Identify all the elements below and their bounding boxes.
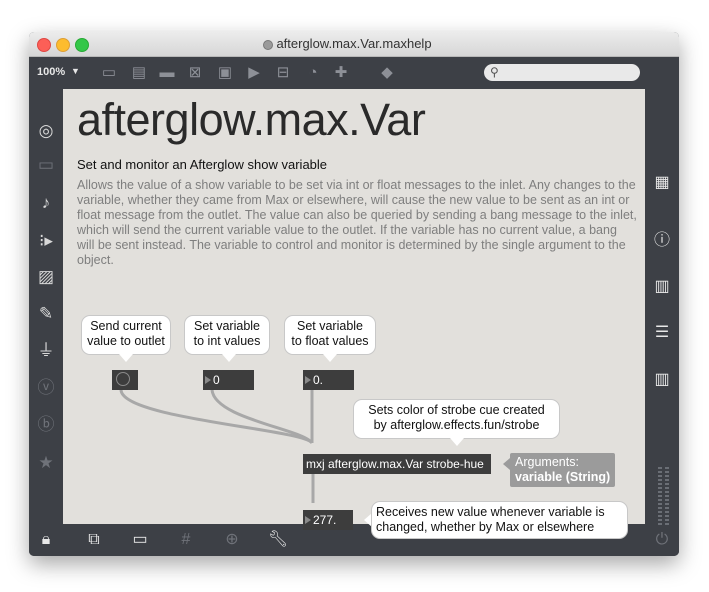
zoom-level[interactable]: 100% <box>37 66 65 78</box>
comment-strobe: Sets color of strobe cue created by afte… <box>353 399 560 439</box>
patcher-canvas[interactable]: afterglow.max.Var Set and monitor an Aft… <box>63 89 645 539</box>
info-icon[interactable]: ⓘ <box>650 229 674 253</box>
int-number-box[interactable]: 0 <box>203 370 254 390</box>
comment-set-int: Set variable to int values <box>184 315 270 355</box>
snap-icon[interactable]: ⊕ <box>221 529 243 551</box>
title-bar: afterglow.max.Var.maxhelp <box>29 32 679 57</box>
comment-line: Set variable <box>193 319 260 333</box>
star-icon[interactable]: ★ <box>34 451 58 475</box>
number-arrow-icon <box>305 516 311 524</box>
plug-icon[interactable]: ⏚ <box>34 339 58 363</box>
document-icon <box>263 40 273 50</box>
split-icon[interactable]: ⊟ <box>273 63 293 83</box>
target-box-icon[interactable]: ▣ <box>215 63 235 83</box>
b-icon[interactable]: ⓑ <box>34 413 58 437</box>
comment-line: to int values <box>193 334 261 348</box>
arguments-box: Arguments: variable (String) <box>510 453 616 487</box>
comment-line: Sets color of strobe cue created <box>368 403 545 417</box>
object-text: mxj afterglow.max.Var strobe-hue <box>306 457 484 471</box>
right-sidebar: ▦ ⓘ ▥ ☰ ▥ <box>646 89 679 556</box>
bang-circle-icon <box>116 372 130 386</box>
speech-icon[interactable]: ▬ <box>157 63 177 83</box>
float-number-box[interactable]: 0. <box>303 370 354 390</box>
toolbar: 100% ▼ ▭ ▤ ▬ ⊠ ▣ ▶ ⊟ ◔ ✚ ◆ ⚲ <box>29 57 679 89</box>
presentation-icon[interactable]: ▭ <box>129 529 151 551</box>
int-value: 0 <box>213 373 220 387</box>
target-icon[interactable]: ◎ <box>34 119 58 143</box>
keyboard-icon[interactable]: ▭ <box>34 153 58 177</box>
output-value: 277. <box>313 513 337 527</box>
windows-icon[interactable]: ⧉ <box>83 529 105 551</box>
paperclip-icon[interactable]: ✎ <box>34 302 58 326</box>
comment-icon[interactable]: ▤ <box>129 63 149 83</box>
reference-icon[interactable]: ▥ <box>650 368 674 392</box>
float-value: 0. <box>313 373 324 387</box>
comment-tail <box>222 354 236 362</box>
v-icon[interactable]: ⓥ <box>34 376 58 400</box>
paint-bucket-icon[interactable]: ◆ <box>377 63 397 83</box>
plus-icon[interactable]: ✚ <box>331 63 351 83</box>
comment-line: to float values <box>291 334 369 348</box>
comment-tail <box>323 354 337 362</box>
sequence-icon[interactable]: ⁝▸ <box>34 229 58 253</box>
output-number-box[interactable]: 277. <box>303 510 353 530</box>
number-arrow-icon <box>205 376 211 384</box>
grid-icon[interactable]: ▦ <box>650 171 674 195</box>
mxj-object-box[interactable]: mxj afterglow.max.Var strobe-hue <box>303 454 491 474</box>
arguments-value: variable (String) <box>515 470 611 484</box>
comment-send-current: Send current value to outlet <box>81 315 171 355</box>
presentation-view-icon[interactable]: ▭ <box>99 63 119 83</box>
lock-icon[interactable]: 🔒︎ <box>35 529 57 551</box>
wrench-icon[interactable]: 🔧︎ <box>267 529 289 551</box>
comment-line: Receives new value whenever variable is <box>376 505 605 519</box>
comment-set-float: Set variable to float values <box>284 315 376 355</box>
max-help-window: afterglow.max.Var.maxhelp 100% ▼ ▭ ▤ ▬ ⊠… <box>29 32 679 556</box>
patch-cord-int[interactable] <box>210 389 314 445</box>
comment-tail <box>119 354 133 362</box>
music-note-icon[interactable]: ♪ <box>34 191 58 215</box>
x-box-icon[interactable]: ⊠ <box>185 63 205 83</box>
arguments-label: Arguments: <box>515 455 579 469</box>
search-icon: ⚲ <box>490 65 499 79</box>
grid-icon[interactable]: # <box>175 529 197 551</box>
arguments-tail <box>503 458 510 470</box>
gauge-icon[interactable]: ◔ <box>303 63 323 83</box>
comment-line: changed, whether by Max or elsewhere <box>376 520 595 534</box>
zoom-dropdown-icon[interactable]: ▼ <box>71 66 80 76</box>
left-sidebar: ◎ ▭ ♪ ⁝▸ ▨ ✎ ⏚ ⓥ ⓑ ★ <box>29 89 62 525</box>
search-input[interactable]: ⚲ <box>484 64 640 81</box>
power-icon[interactable]: ⏻ <box>651 529 673 551</box>
comment-receives: Receives new value whenever variable is … <box>371 501 628 539</box>
comment-line: by afterglow.effects.fun/strobe <box>373 418 540 432</box>
comment-line: value to outlet <box>87 334 165 348</box>
comment-line: Send current <box>90 319 162 333</box>
image-icon[interactable]: ▨ <box>34 265 58 289</box>
bang-button[interactable] <box>112 370 138 390</box>
number-arrow-icon <box>305 376 311 384</box>
play-box-icon[interactable]: ▶ <box>244 63 264 83</box>
comment-line: Set variable <box>296 319 363 333</box>
list-icon[interactable]: ☰ <box>650 321 674 345</box>
window-title: afterglow.max.Var.maxhelp <box>276 36 432 51</box>
book-icon[interactable]: ▥ <box>650 275 674 299</box>
comment-tail <box>450 438 464 446</box>
